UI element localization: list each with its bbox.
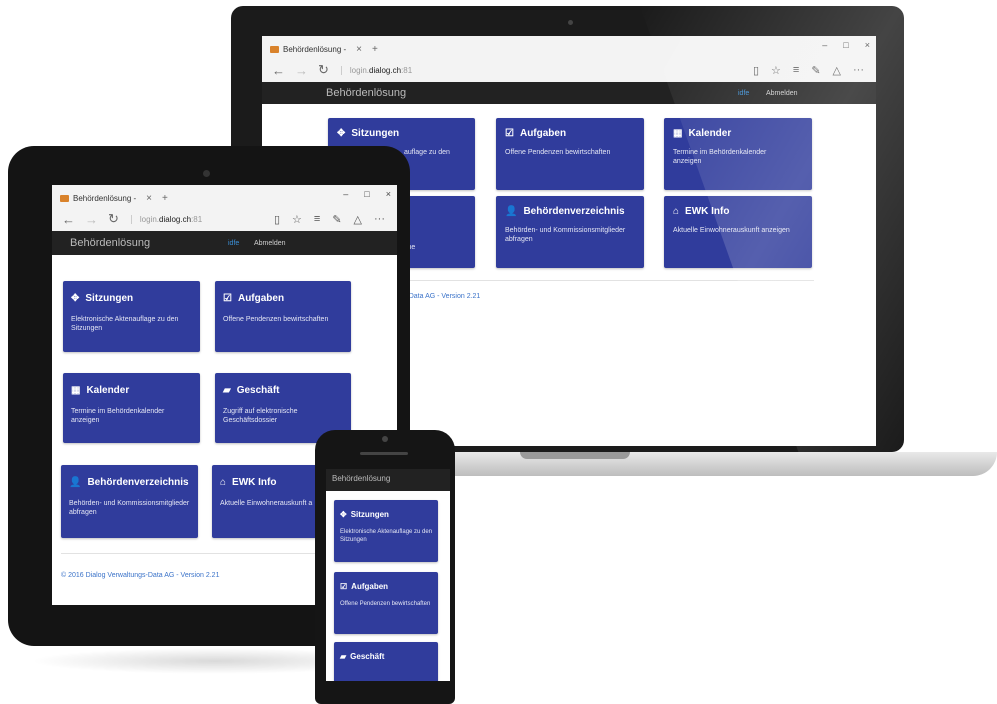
tile-kalender[interactable]: ▦ Kalender Termine im Behördenkalender an…	[63, 373, 200, 443]
app-navbar: Behördenlösung	[326, 469, 450, 491]
close-icon[interactable]: ×	[386, 189, 391, 199]
move-icon: ✥	[340, 510, 347, 519]
new-tab-icon[interactable]: +	[162, 193, 168, 204]
tile-desc: auflage zu den	[404, 149, 450, 156]
tab-strip: Behördenlösung - × + – □ ×	[52, 185, 397, 207]
tile-desc: Termine im Behördenkalender anzeigen	[71, 408, 165, 425]
move-icon: ✥	[71, 293, 80, 304]
tile-desc: Offene Pendenzen bewirtschaften	[505, 149, 611, 156]
user-link[interactable]: idfe	[228, 240, 239, 247]
tile-title: Sitzungen	[85, 293, 134, 304]
tab-title: Behördenlösung -	[283, 44, 347, 54]
tile-title: Aufgaben	[351, 582, 389, 591]
laptop-notch	[520, 452, 630, 459]
tile-title: Behördenverzeichnis	[523, 206, 625, 217]
tile-title: Aufgaben	[519, 128, 567, 139]
tile-desc: Elektronische Aktenauflage zu den Sitzun…	[340, 529, 433, 544]
web-note-icon[interactable]: ✎	[332, 213, 341, 226]
back-icon[interactable]: ←	[62, 212, 75, 227]
phone-camera	[382, 436, 388, 442]
tile-desc: Offene Pendenzen bewirtschaften	[340, 601, 431, 607]
maximize-icon[interactable]: □	[364, 189, 369, 199]
browser-tab[interactable]: Behördenlösung - × +	[270, 40, 378, 58]
window-controls: – □ ×	[343, 189, 391, 199]
footer-text: gs-Data AG - Version 2.21	[399, 293, 481, 300]
check-icon: ☑	[223, 293, 232, 304]
home-icon: ⌂	[673, 206, 680, 217]
footer-text: © 2016 Dialog Verwaltungs-Data AG - Vers…	[61, 572, 220, 579]
tile-sitzungen[interactable]: ✥ Sitzungen Elektronische Aktenauflage zu…	[334, 500, 438, 562]
tablet-camera	[203, 170, 210, 177]
calendar-icon: ▦	[71, 385, 81, 396]
forward-icon[interactable]: →	[295, 63, 308, 78]
tile-sitzungen[interactable]: ✥ Sitzungen Elektronische Aktenauflage zu…	[63, 281, 200, 352]
share-icon[interactable]: △	[354, 213, 362, 226]
tile-title: Kalender	[86, 385, 130, 396]
tab-title: Behördenlösung -	[73, 193, 137, 203]
tile-aufgaben[interactable]: ☑ Aufgaben Offene Pendenzen bewirtschafte…	[334, 572, 438, 634]
home-icon: ⌂	[220, 477, 227, 488]
calendar-icon: ▦	[673, 128, 683, 139]
tile-desc: Behörden- und Kommissionsmitglieder abfr…	[505, 227, 626, 244]
favicon-icon	[270, 45, 279, 53]
refresh-icon[interactable]: ↻	[108, 211, 119, 227]
phone-screen: Behördenlösung ✥ Sitzungen Elektronische …	[326, 469, 450, 681]
app-brand[interactable]: Behördenlösung	[70, 237, 150, 249]
app-brand[interactable]: Behördenlösung	[326, 87, 406, 99]
phone-speaker	[360, 452, 408, 455]
tile-behoerdenverzeichnis[interactable]: 👤 Behördenverzeichnis Behörden- und Kommi…	[496, 196, 644, 268]
tile-title: Sitzungen	[351, 128, 400, 139]
tile-geschaeft[interactable]: ▰ Geschäft	[334, 642, 438, 681]
check-icon: ☑	[505, 128, 514, 139]
forward-icon[interactable]: →	[85, 212, 98, 227]
tile-behoerdenverzeichnis[interactable]: 👤 Behördenverzeichnis Behörden- und Kommi…	[61, 465, 198, 538]
tile-title: Geschäft	[350, 652, 385, 661]
app-brand[interactable]: Behördenlösung	[332, 474, 390, 483]
laptop-camera	[568, 20, 573, 25]
tab-close-icon[interactable]: ×	[146, 193, 152, 204]
back-icon[interactable]: ←	[272, 63, 285, 78]
url-field[interactable]: login.dialog.ch:81	[130, 214, 274, 224]
address-bar: ← → ↻ login.dialog.ch:81 ▯ ☆ ≡ ✎ △ ···	[52, 207, 397, 232]
refresh-icon[interactable]: ↻	[318, 62, 329, 78]
move-icon: ✥	[337, 128, 346, 139]
tile-desc: Behörden- und Kommissionsmitglieder abfr…	[69, 500, 190, 517]
reading-view-icon[interactable]: ▯	[274, 213, 280, 226]
user-icon: 👤	[505, 206, 518, 217]
tile-desc: Elektronische Aktenauflage zu den Sitzun…	[71, 316, 179, 333]
folder-icon: ▰	[223, 385, 231, 396]
tile-aufgaben[interactable]: ☑ Aufgaben Offene Pendenzen bewirtschafte…	[496, 118, 644, 190]
hub-icon[interactable]: ≡	[314, 213, 320, 225]
tab-close-icon[interactable]: ×	[356, 44, 362, 55]
favicon-icon	[60, 194, 69, 202]
folder-icon: ▰	[340, 652, 347, 661]
tile-title: Aufgaben	[237, 293, 285, 304]
minimize-icon[interactable]: –	[343, 189, 348, 199]
tile-aufgaben[interactable]: ☑ Aufgaben Offene Pendenzen bewirtschafte…	[215, 281, 351, 352]
user-icon: 👤	[69, 477, 82, 488]
tile-title: Behördenverzeichnis	[87, 477, 189, 488]
tile-title: Sitzungen	[350, 510, 389, 519]
tile-desc: che	[404, 243, 475, 252]
tile-desc: Offene Pendenzen bewirtschaften	[223, 316, 329, 323]
more-icon[interactable]: ···	[374, 213, 385, 225]
check-icon: ☑	[340, 582, 348, 591]
new-tab-icon[interactable]: +	[372, 44, 378, 55]
tile-title: Geschäft	[236, 385, 280, 396]
favorite-star-icon[interactable]: ☆	[292, 213, 302, 226]
tile-desc: Zugriff auf elektronische Geschäftsdossi…	[223, 408, 298, 425]
tile-title: EWK Info	[232, 477, 277, 488]
logout-link[interactable]: Abmelden	[254, 240, 286, 247]
app-navbar: Behördenlösung idfe Abmelden	[52, 231, 397, 255]
browser-tab[interactable]: Behördenlösung - × +	[60, 189, 168, 207]
